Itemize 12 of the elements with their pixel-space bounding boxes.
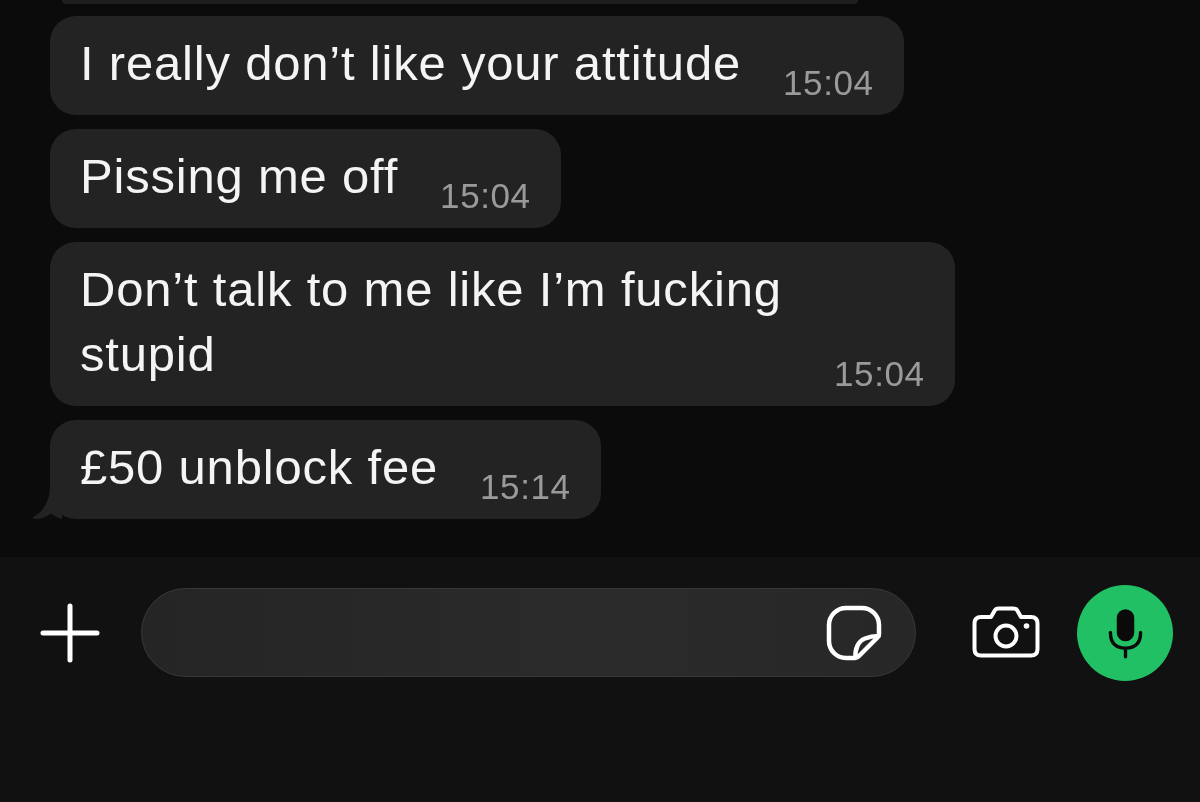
message-time: 15:14 [480, 469, 571, 504]
sticker-icon[interactable] [826, 604, 882, 661]
message-text: £50 unblock fee [80, 439, 438, 496]
message-text: I really don’t like your attitude [80, 35, 741, 92]
message-time: 15:04 [440, 178, 531, 213]
plus-icon[interactable] [40, 603, 100, 663]
microphone-icon [1107, 607, 1143, 659]
message-text: Don’t talk to me like I’m fucking stupid [80, 261, 783, 383]
message-time: 15:04 [834, 356, 925, 391]
message-text: Pissing me off [80, 148, 399, 205]
message-time: 15:04 [783, 65, 874, 100]
camera-icon[interactable] [972, 606, 1040, 658]
